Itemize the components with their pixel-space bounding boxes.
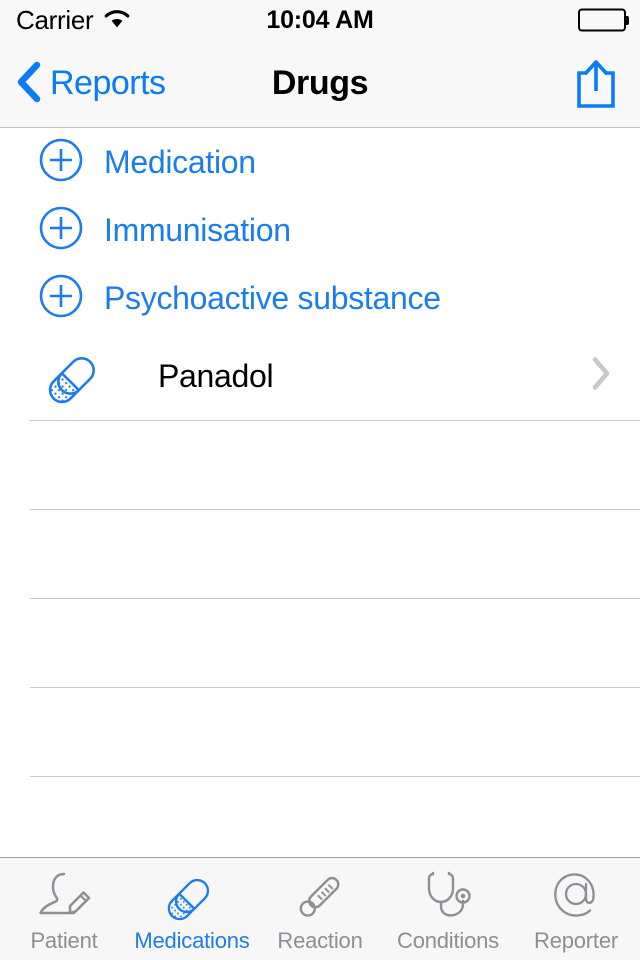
table-row[interactable]: Panadol <box>0 332 640 420</box>
wifi-icon <box>103 8 131 34</box>
capsule-icon <box>40 342 112 410</box>
tab-label: Patient <box>30 928 98 953</box>
status-bar: Carrier 10:04 AM <box>0 0 640 40</box>
tab-label: Reporter <box>534 928 618 953</box>
drugs-list: Medication Immunisation Psychoactive sub… <box>0 128 640 857</box>
tab-label: Reaction <box>277 928 363 953</box>
navigation-bar: Reports Drugs <box>0 40 640 128</box>
back-button[interactable]: Reports <box>0 60 166 107</box>
tab-bar: Patient Medications Reaction Conditions … <box>0 857 640 960</box>
tab-label: Medications <box>134 928 250 953</box>
stethoscope-icon <box>419 868 477 924</box>
app-screen: Carrier 10:04 AM Reports Drugs Medicatio… <box>0 0 640 960</box>
plus-circle-icon <box>38 205 84 256</box>
person-edit-icon <box>34 868 94 924</box>
plus-circle-icon <box>38 273 84 324</box>
tab-conditions[interactable]: Conditions <box>384 858 512 960</box>
tab-label: Conditions <box>397 928 499 953</box>
add-row-label: Medication <box>104 143 256 180</box>
add-row-label: Immunisation <box>104 211 291 248</box>
tab-patient[interactable]: Patient <box>0 858 128 960</box>
tab-reaction[interactable]: Reaction <box>256 858 384 960</box>
status-bar-right <box>578 8 629 32</box>
empty-row <box>0 510 640 598</box>
row-separator <box>30 776 640 777</box>
add-row-psychoactive-substance[interactable]: Psychoactive substance <box>0 264 640 332</box>
share-button[interactable] <box>574 58 618 110</box>
tab-medications[interactable]: Medications <box>128 858 256 960</box>
add-row-medication[interactable]: Medication <box>0 128 640 196</box>
add-row-label: Psychoactive substance <box>104 279 441 316</box>
empty-row <box>0 421 640 509</box>
battery-full-icon <box>578 8 629 32</box>
status-bar-left: Carrier <box>16 5 131 36</box>
at-sign-icon <box>548 868 604 924</box>
capsule-icon <box>164 868 220 924</box>
plus-circle-icon <box>38 137 84 188</box>
carrier-label: Carrier <box>16 4 94 35</box>
add-row-immunisation[interactable]: Immunisation <box>0 196 640 264</box>
back-button-label: Reports <box>50 64 166 102</box>
thermometer-icon <box>292 868 348 924</box>
empty-row <box>0 688 640 776</box>
chevron-left-icon <box>16 60 42 107</box>
table-row-label: Panadol <box>158 357 274 394</box>
chevron-right-icon <box>590 356 612 397</box>
tab-reporter[interactable]: Reporter <box>512 858 640 960</box>
share-icon <box>574 59 618 113</box>
empty-row <box>0 599 640 687</box>
